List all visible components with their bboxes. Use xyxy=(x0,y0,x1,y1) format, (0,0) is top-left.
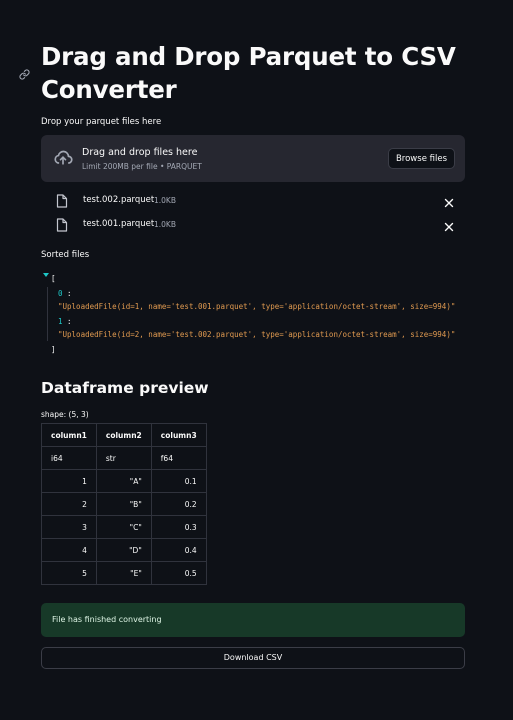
table-cell: 0.3 xyxy=(150,515,207,539)
table-row: 4 "D" 0.4 xyxy=(41,538,207,562)
uploaded-file-row: test.002.parquet 1.0KB xyxy=(41,188,465,212)
page-title: Drag and Drop Parquet to CSV Converter xyxy=(41,42,456,104)
file-name: test.001.parquet xyxy=(83,219,155,229)
sorted-files-label: Sorted files xyxy=(41,250,90,260)
table-cell: 3 xyxy=(41,515,97,539)
table-cell: 0.1 xyxy=(150,469,207,493)
dtype-row: i64 str f64 xyxy=(41,446,207,470)
table-cell: 5 xyxy=(41,561,97,585)
json-value: "UploadedFile(id=1, name='test.001.parqu… xyxy=(58,302,456,311)
download-csv-button[interactable]: Download CSV xyxy=(41,647,465,669)
table-cell: "D" xyxy=(95,538,152,562)
uploaded-file-list: test.002.parquet 1.0KB test.001.parquet … xyxy=(41,188,465,236)
table-cell: "A" xyxy=(95,469,152,493)
dropzone-main-text: Drag and drop files here xyxy=(82,147,198,158)
file-size: 1.0KB xyxy=(154,219,176,229)
table-cell: "E" xyxy=(95,561,152,585)
table-row: 2 "B" 0.2 xyxy=(41,492,207,516)
dropzone-limit-text: Limit 200MB per file • PARQUET xyxy=(82,162,202,171)
table-row: 5 "E" 0.5 xyxy=(41,561,207,585)
table-cell: 1 xyxy=(41,469,97,493)
table-cell: 0.5 xyxy=(150,561,207,585)
json-body: 0 : "UploadedFile(id=1, name='test.001.p… xyxy=(47,287,465,341)
table-row: 1 "A" 0.1 xyxy=(41,469,207,493)
collapse-toggle-icon[interactable] xyxy=(43,273,49,277)
dtype-cell: i64 xyxy=(41,446,97,470)
cloud-upload-icon xyxy=(52,148,74,168)
preview-heading: Dataframe preview xyxy=(41,379,209,397)
table-row: 3 "C" 0.3 xyxy=(41,515,207,539)
table-cell: "C" xyxy=(95,515,152,539)
link-icon[interactable] xyxy=(14,64,34,84)
dtype-cell: f64 xyxy=(150,446,207,470)
json-open-bracket: [ xyxy=(51,274,56,283)
main-content: Drag and Drop Parquet to CSV Converter D… xyxy=(41,40,465,669)
file-name: test.002.parquet xyxy=(83,195,155,205)
file-icon xyxy=(56,217,68,232)
uploader-label: Drop your parquet files here xyxy=(41,117,162,127)
close-icon[interactable] xyxy=(443,218,455,232)
success-alert: File has finished converting xyxy=(41,603,465,637)
table-cell: 2 xyxy=(41,492,97,516)
json-close-bracket: ] xyxy=(51,345,56,354)
app-page: Drag and Drop Parquet to CSV Converter D… xyxy=(0,0,513,720)
table-cell: "B" xyxy=(95,492,152,516)
column-header: column1 xyxy=(41,423,97,447)
json-key: 0 : xyxy=(58,289,72,298)
table-header-row: column1 column2 column3 xyxy=(41,423,207,447)
column-header: column3 xyxy=(150,423,207,447)
close-icon[interactable] xyxy=(443,194,455,208)
table-cell: 0.4 xyxy=(150,538,207,562)
table-cell: 4 xyxy=(41,538,97,562)
json-value: "UploadedFile(id=2, name='test.002.parqu… xyxy=(58,330,456,339)
dataframe-shape: shape: (5, 3) xyxy=(41,410,89,419)
dtype-cell: str xyxy=(95,446,152,470)
uploaded-file-row: test.001.parquet 1.0KB xyxy=(41,212,465,236)
column-header: column2 xyxy=(95,423,152,447)
browse-files-button[interactable]: Browse files xyxy=(387,148,455,169)
file-size: 1.0KB xyxy=(154,195,176,205)
file-dropzone[interactable]: Drag and drop files here Limit 200MB per… xyxy=(41,135,465,182)
json-key: 1 : xyxy=(58,317,72,326)
file-icon xyxy=(56,193,68,208)
table-cell: 0.2 xyxy=(150,492,207,516)
dropzone-instructions: Drag and drop files here Limit 200MB per… xyxy=(82,146,202,173)
dataframe-table: column1 column2 column3 i64 str f64 1 "A… xyxy=(41,423,207,585)
json-viewer: [ 0 : "UploadedFile(id=1, name='test.001… xyxy=(41,272,465,356)
